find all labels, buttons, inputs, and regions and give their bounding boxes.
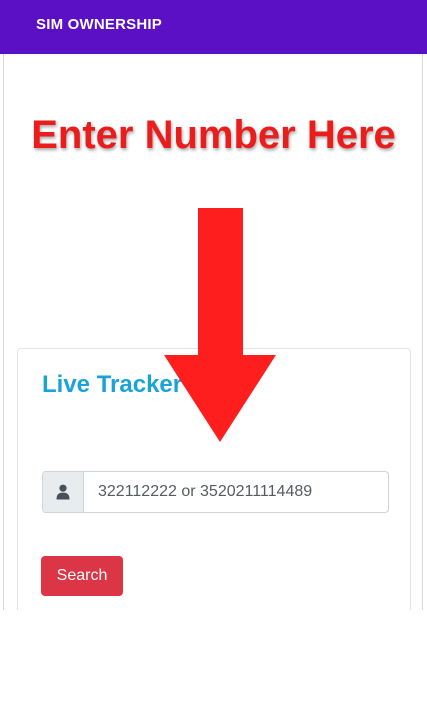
number-input-group bbox=[42, 471, 389, 513]
search-button[interactable]: Search bbox=[41, 556, 123, 596]
down-arrow-icon bbox=[164, 208, 276, 442]
number-input[interactable] bbox=[84, 472, 388, 512]
app-bar: SIM OWNERSHIP bbox=[0, 0, 427, 54]
app-title: SIM OWNERSHIP bbox=[36, 16, 162, 33]
instruction-headline: Enter Number Here bbox=[31, 113, 396, 157]
user-icon bbox=[43, 472, 84, 512]
blank-area bbox=[0, 610, 427, 717]
